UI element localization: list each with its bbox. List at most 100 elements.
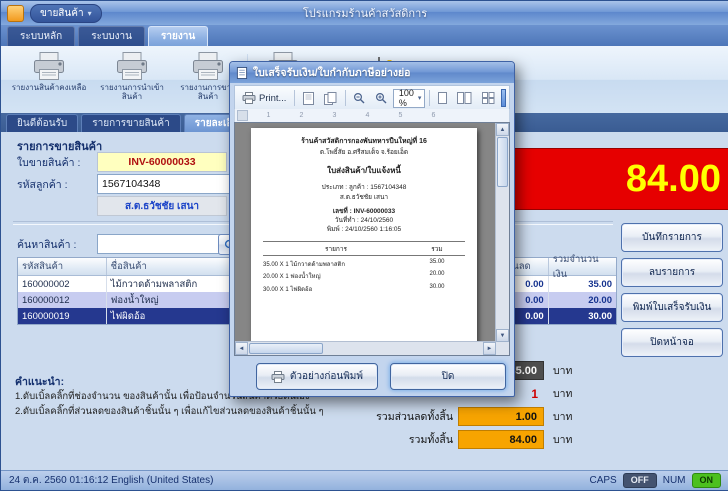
cell-code: 160000002: [18, 276, 107, 292]
quick-access-label: ขายสินค้า: [40, 6, 84, 21]
tab-sale-list[interactable]: รายการขายสินค้า: [81, 114, 180, 132]
print-receipt-button[interactable]: พิมพ์ใบเสร็จรับเงิน: [621, 293, 723, 322]
quick-access-sale-button[interactable]: ขายสินค้า ▾: [30, 4, 102, 23]
print-button[interactable]: Print...: [238, 88, 290, 108]
app-menu-icon[interactable]: [7, 5, 24, 22]
scroll-right-arrow[interactable]: ►: [483, 342, 496, 355]
close-dialog-button[interactable]: ปิด: [390, 363, 506, 390]
scroll-left-arrow[interactable]: ◄: [235, 342, 248, 355]
horizontal-scrollbar[interactable]: ◄ ►: [235, 341, 496, 355]
num-state-badge: ON: [692, 473, 722, 488]
currency-label: บาท: [544, 431, 593, 448]
dialog-title: ใบเสร็จรับเงิน/ใบกำกับภาษีอย่างย่อ: [253, 64, 410, 81]
status-datetime: 24 ต.ค. 2560 01:16:12 English (United St…: [9, 473, 213, 488]
four-page-view-button[interactable]: [478, 88, 499, 108]
header-product-code[interactable]: รหัสสินค้า: [18, 258, 107, 275]
save-transaction-button[interactable]: บันทึกรายการ: [621, 223, 723, 252]
zoom-select[interactable]: 100 % ▾: [393, 89, 426, 108]
preview-canvas[interactable]: ร้านค้าสวัสดิการกองพันทหารปืนใหญ่ที่ 16 …: [234, 122, 510, 356]
header-total-amount[interactable]: รวมจำนวนเงิน: [549, 258, 616, 275]
printer-icon: [114, 51, 150, 81]
receipt-customer-name: ส.ต.ธวัชชัย เสนา: [251, 193, 477, 203]
store-address: ต.โพธิ์สัย อ.ศรีสมเด็จ จ.ร้อยเอ็ด: [251, 147, 477, 157]
invoice-label: ใบขายสินค้า :: [17, 154, 80, 171]
close-dialog-label: ปิด: [442, 369, 455, 384]
print-button-label: Print...: [259, 93, 286, 104]
page-setup-button[interactable]: [299, 88, 318, 108]
receipt-date: วันที่ทำ : 24/10/2560: [251, 216, 477, 226]
store-name: ร้านค้าสวัสดิการกองพันทหารปืนใหญ่ที่ 16: [251, 128, 477, 147]
search-product-input[interactable]: [97, 234, 225, 254]
cell-code: 160000019: [18, 308, 107, 324]
customer-code-label: รหัสลูกค้า :: [17, 176, 68, 193]
instructions-title: คำแนะนำ:: [15, 373, 64, 390]
two-page-view-button[interactable]: [453, 88, 476, 108]
vertical-scroll-thumb[interactable]: [497, 137, 508, 187]
copy-page-icon: [324, 92, 337, 105]
num-label: NUM: [663, 475, 686, 486]
dialog-titlebar[interactable]: ใบเสร็จรับเงิน/ใบกำกับภาษีอย่างย่อ: [230, 62, 514, 83]
grand-total-label: รวมทั้งสิ้น: [321, 431, 458, 448]
delete-item-button[interactable]: ลบรายการ: [621, 258, 723, 287]
summary-grand-row: รวมทั้งสิ้น 84.00 บาท: [321, 430, 593, 449]
zoom-out-button[interactable]: [349, 88, 369, 108]
print-preview-button[interactable]: ตัวอย่างก่อนพิมพ์: [256, 363, 378, 390]
scrollbar-corner: [496, 342, 509, 355]
window-titlebar[interactable]: ขายสินค้า ▾ โปรแกรมร้านค้าสวัสดิการ: [1, 1, 728, 25]
header-product-name[interactable]: ชื่อสินค้า: [107, 258, 246, 275]
preview-pane-button[interactable]: [501, 89, 506, 107]
ribbon-tab-reports[interactable]: รายงาน: [148, 26, 208, 46]
scroll-up-arrow[interactable]: ▲: [496, 123, 509, 136]
copy-page-button[interactable]: [320, 88, 341, 108]
ruler-mark: 2: [285, 112, 318, 119]
receipt-item: 30.00 X 1 ไฟผิดอ้อ 30.00: [263, 284, 465, 294]
ruler-mark: 3: [318, 112, 351, 119]
customer-id-input[interactable]: [97, 174, 235, 194]
cell-total: 35.00: [549, 276, 616, 292]
ribbon-item-stock-report[interactable]: รายงานสินค้าคงเหลือ: [7, 51, 91, 92]
receipt-col-total: รวม: [409, 244, 465, 254]
ruler-mark: 6: [417, 112, 450, 119]
section-title: รายการขายสินค้า: [17, 137, 102, 155]
caps-label: CAPS: [589, 475, 616, 486]
ribbon-item-label: รายงานการนำเข้าสินค้า: [95, 83, 169, 101]
invoice-number-field[interactable]: INV-60000033: [97, 152, 227, 172]
zoom-in-button[interactable]: [371, 88, 391, 108]
cell-code: 160000012: [18, 292, 107, 308]
app-window: ขายสินค้า ▾ โปรแกรมร้านค้าสวัสดิการ ระบบ…: [0, 0, 728, 491]
print-preview-dialog: ใบเสร็จรับเงิน/ใบกำกับภาษีอย่างย่อ Print…: [229, 61, 515, 397]
zoom-value: 100 %: [399, 88, 414, 108]
customer-name-display: ส.ต.ธวัชชัย เสนา: [97, 196, 227, 216]
preview-toolbar: Print... 100 % ▾: [234, 85, 510, 111]
currency-label: บาท: [544, 362, 593, 379]
page-setup-icon: [303, 92, 314, 105]
horizontal-scroll-thumb[interactable]: [249, 343, 323, 354]
receipt-col-item: รายการ: [263, 244, 409, 254]
ribbon-tab-main-system[interactable]: ระบบหลัก: [7, 26, 75, 46]
grand-total-display: 84.00: [488, 148, 728, 210]
search-product-label: ค้นหาสินค้า :: [17, 236, 76, 253]
ribbon-item-import-report[interactable]: รายงานการนำเข้าสินค้า: [95, 51, 169, 101]
receipt-number: เลขที่ : INV-60000033: [251, 206, 477, 216]
ribbon-item-label: รายงานสินค้าคงเหลือ: [12, 83, 87, 92]
currency-label: บาท: [544, 408, 593, 425]
status-bar: 24 ต.ค. 2560 01:16:12 English (United St…: [1, 470, 728, 490]
ruler-mark: 1: [252, 112, 285, 119]
vertical-scrollbar[interactable]: ▲ ▼: [495, 123, 509, 342]
ruler-origin-icon: [237, 110, 248, 121]
printer-icon: [271, 371, 285, 383]
cell-name: ไม้กวาดด้ามพลาสติก: [107, 276, 246, 292]
window-title: โปรแกรมร้านค้าสวัสดิการ: [1, 4, 728, 22]
one-page-icon: [438, 92, 447, 104]
ribbon-tab-strip: ระบบหลัก ระบบงาน รายงาน: [1, 25, 728, 46]
receipt-icon: [236, 67, 248, 79]
preview-ruler: 1 2 3 4 5 6: [234, 109, 510, 123]
close-screen-button[interactable]: ปิดหน้าจอ: [621, 328, 723, 357]
chevron-down-icon: ▾: [88, 9, 92, 18]
ribbon-tab-work-system[interactable]: ระบบงาน: [78, 26, 145, 46]
chevron-down-icon: ▾: [418, 94, 422, 102]
tab-welcome[interactable]: ยินดีต้อนรับ: [6, 114, 78, 132]
one-page-view-button[interactable]: [434, 88, 451, 108]
four-pages-icon: [482, 92, 495, 104]
scroll-down-arrow[interactable]: ▼: [496, 329, 509, 342]
